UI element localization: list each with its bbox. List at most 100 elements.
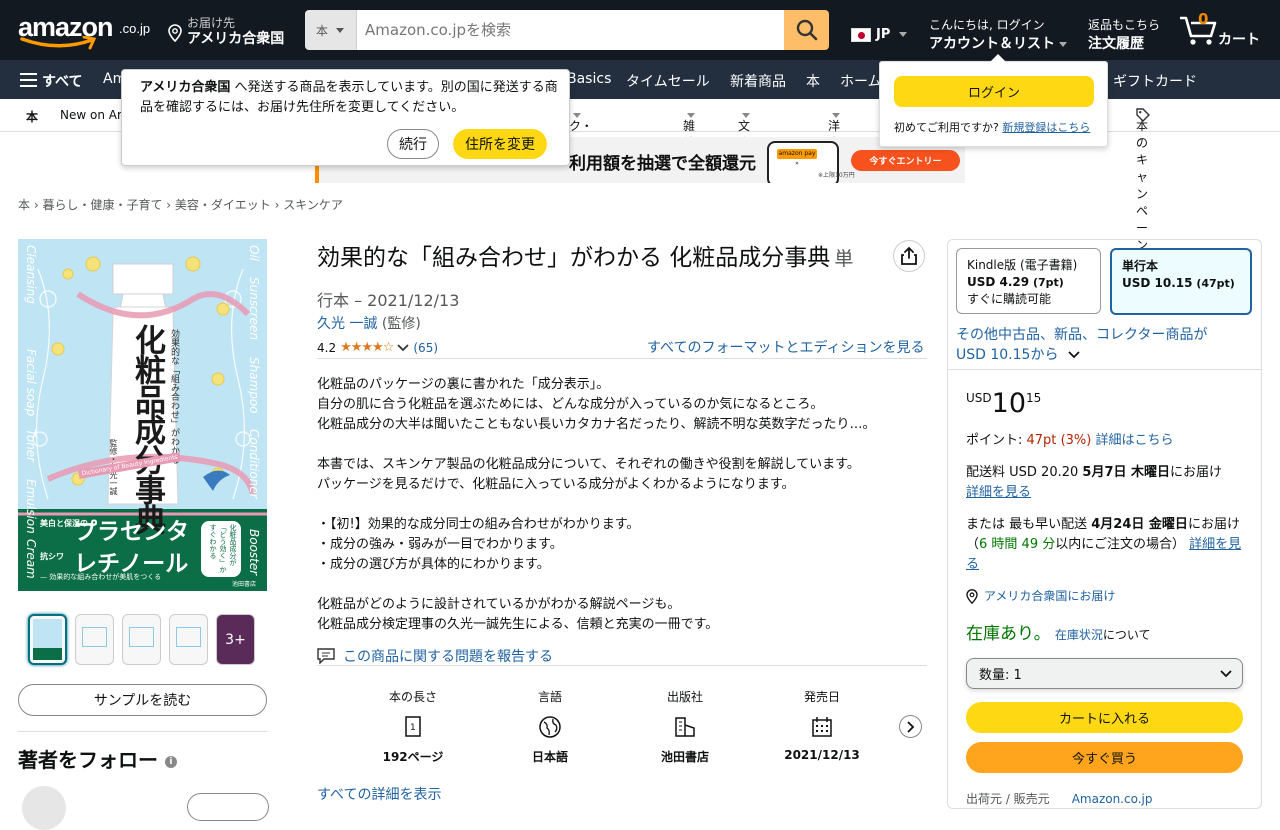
format-swatch-paperback[interactable]: 単行本 USD 10.15 (47pt) <box>1110 248 1252 315</box>
cart-button[interactable]: 0 カート <box>1178 10 1268 48</box>
all-formats-link[interactable]: すべてのフォーマットとエディションを見る <box>647 337 924 357</box>
continue-button[interactable]: 続行 <box>387 129 439 159</box>
thumbnail-page[interactable] <box>169 614 208 665</box>
chevron-down-icon <box>336 27 345 33</box>
cover-band-tag: 化粧品成分が「どう効く」かすぐわかる <box>201 521 241 577</box>
quantity-select[interactable]: 数量: 1 <box>966 658 1243 689</box>
sub-nav-item[interactable]: 本 <box>26 108 38 125</box>
rating-value: 4.2 <box>317 340 337 355</box>
format-swatch-kindle[interactable]: Kindle版 (電子書籍) USD 4.29 (7pt) すぐに購読可能 <box>956 248 1101 314</box>
info-icon[interactable]: i <box>164 755 177 768</box>
cover-publisher: 池田書店 <box>232 581 257 588</box>
nav-item[interactable]: Basics <box>567 71 611 87</box>
sub-nav-item[interactable]: ク・ラノベ・BL <box>569 108 593 182</box>
orders-link[interactable]: 返品もこちら 注文履歴 <box>1088 16 1160 53</box>
fastest-delivery-line: または 最も早い配送 4月24日 金曜日にお届け（6 時間 49 分以内にご注文… <box>966 517 1242 572</box>
share-icon <box>901 247 917 265</box>
thumbnail-more[interactable]: 3+ <box>216 614 255 665</box>
description-line <box>317 435 927 455</box>
search-input[interactable] <box>357 10 784 50</box>
seller-line: 出荷元 / 販売元 Amazon.co.jp <box>966 792 1153 806</box>
breadcrumb-item[interactable]: 美容・ダイエット <box>175 198 271 212</box>
share-button[interactable] <box>893 240 925 272</box>
smile-arrow-icon <box>20 36 97 50</box>
book-cover-image[interactable]: 化粧品成分事典 効果的な「組み合わせ」がわかる 監修・久光一誠 Dictiona… <box>18 239 267 591</box>
cart-label: カート <box>1218 32 1260 48</box>
cover-side-word: Cream <box>24 539 38 579</box>
thumbnail-page[interactable] <box>75 614 114 665</box>
product-description: 化粧品のパッケージの裏に書かれた「成分表示」。 自分の肌に合う化粧品を選ぶために… <box>317 375 927 635</box>
all-details-link[interactable]: すべての詳細を表示 <box>317 784 441 804</box>
breadcrumb-item[interactable]: 本 <box>18 198 30 212</box>
breadcrumb-item[interactable]: スキンケア <box>283 198 343 212</box>
description-line: パッケージを見るだけで、化粧品に入っている成分がよくわかるようになります。 <box>317 477 795 492</box>
deliver-to[interactable]: お届け先 アメリカ合衆国 <box>168 14 298 48</box>
language-selector[interactable]: JP <box>851 27 908 42</box>
nav-item[interactable]: 本 <box>806 71 820 91</box>
nav-item[interactable]: 新着商品 <box>730 71 786 91</box>
nav-item[interactable]: タイムセール <box>626 71 710 91</box>
signin-button[interactable]: ログイン <box>894 76 1094 107</box>
add-to-cart-button[interactable]: カートに入れる <box>966 702 1243 733</box>
rating-summary: 4.2 ★★★★☆ (65) <box>317 340 438 355</box>
report-issue-link[interactable]: この商品に関する問題を報告する <box>317 646 553 666</box>
carousel-next-button[interactable] <box>899 715 922 738</box>
change-address-button[interactable]: 住所を変更 <box>453 129 547 159</box>
follow-button[interactable] <box>187 793 269 821</box>
hamburger-icon[interactable] <box>20 73 37 91</box>
chevron-down-icon[interactable] <box>397 343 410 352</box>
thumbnail-page[interactable] <box>122 614 161 665</box>
other-offers-link[interactable]: その他中古品、新品、コレクター商品が USD 10.15から <box>956 325 1207 365</box>
deliver-location[interactable]: アメリカ合衆国にお届け <box>966 586 1246 606</box>
page-count-icon: 1 <box>405 716 421 737</box>
amazon-pay-badge: amazon pay » <box>777 149 817 167</box>
points-details-link[interactable]: 詳細はこちら <box>1095 433 1173 448</box>
star-rating-icon[interactable]: ★★★★☆ <box>340 340 394 355</box>
globe-icon <box>539 716 561 738</box>
search-icon <box>796 19 817 41</box>
sub-nav-campaign[interactable]: 本のキャンペーン <box>1136 108 1150 252</box>
cover-side-word: Sunscreen <box>247 277 261 340</box>
description-line <box>317 495 927 515</box>
product-title: 効果的な「組み合わせ」がわかる 化粧品成分事典単 <box>317 245 854 271</box>
account-menu[interactable]: こんにちは, ログイン アカウント＆リスト <box>929 16 1067 53</box>
chevron-down-icon <box>1220 670 1232 678</box>
deliver-line2: アメリカ合衆国 <box>187 31 285 47</box>
shipping-details-link[interactable]: 詳細を見る <box>966 485 1031 500</box>
chevron-down-icon <box>1059 41 1067 47</box>
breadcrumb-item[interactable]: 暮らし・健康・子育て <box>42 198 162 212</box>
search-button[interactable] <box>784 10 829 50</box>
spec-item: 本の長さ 1 192ページ <box>382 690 444 764</box>
thumbnail-cover[interactable] <box>28 614 67 665</box>
location-pin-icon <box>168 24 182 42</box>
register-link[interactable]: 新規登録はこちら <box>1002 121 1090 134</box>
spec-item: 出版社 池田書店 <box>660 690 709 764</box>
search-category-select[interactable]: 本 <box>305 10 357 50</box>
sub-nav-item[interactable]: 文庫・新書 <box>738 108 762 167</box>
follow-author-heading: 著者をフォロー i <box>18 744 177 773</box>
author-avatar[interactable] <box>22 786 66 830</box>
nav-item[interactable]: ホーム <box>840 71 882 91</box>
banner-note: ※上限10万円 <box>818 172 855 179</box>
stock-link[interactable]: 在庫状況 <box>1055 628 1103 642</box>
seller-link[interactable]: Amazon.co.jp <box>1072 792 1153 806</box>
sub-nav-item[interactable]: 洋書 <box>828 108 840 150</box>
amazon-logo[interactable]: amazon .co.jp <box>18 12 153 52</box>
product-specs-carousel: 本の長さ 1 192ページ 言語 日本語 出版社 池田書店 発売日 2021/1… <box>340 688 880 768</box>
description-line: 化粧品がどのように設計されているかがわかる解説ページも。 <box>317 597 681 612</box>
stock-line: 在庫あり。 在庫状況について <box>966 624 1151 644</box>
read-sample-button[interactable]: サンプルを読む <box>18 684 267 716</box>
sub-nav-item[interactable]: New on Am <box>60 108 129 122</box>
nav-all[interactable]: すべて <box>42 71 82 91</box>
new-customer-text: 初めてご利用ですか? <box>894 121 999 134</box>
nav-item[interactable]: ギフトカード <box>1113 71 1197 91</box>
buy-now-button[interactable]: 今すぐ買う <box>966 742 1243 773</box>
cover-side-word: Oil <box>247 245 261 262</box>
description-line: 自分の肌に合う化粧品を選ぶためには、どんな成分が入っているのか気になるところ。 <box>317 397 824 412</box>
location-pin-icon <box>966 588 978 604</box>
banner-cta-button[interactable]: 今すぐエントリー <box>851 150 960 171</box>
author-link[interactable]: 久光 一誠 <box>317 316 377 332</box>
sub-nav-item[interactable]: 雑誌 <box>683 108 695 150</box>
rating-count-link[interactable]: (65) <box>413 341 438 355</box>
description-line: 本書では、スキンケア製品の化粧品成分について、それぞれの働きや役割を解説していま… <box>317 457 860 472</box>
